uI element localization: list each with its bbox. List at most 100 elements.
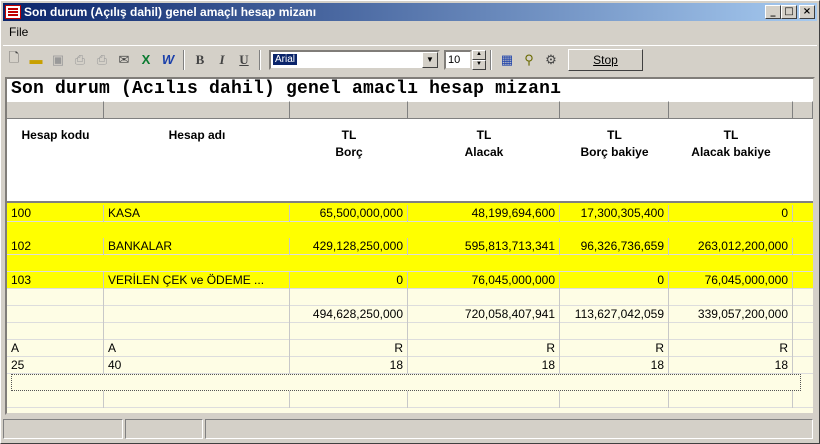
cell-empty (104, 323, 290, 340)
status-bar (3, 419, 817, 441)
table-row[interactable]: 100 KASA 65,500,000,000 48,199,694,600 1… (7, 205, 813, 222)
cell-debit-balance: 0 (560, 272, 669, 289)
cell-empty (7, 289, 104, 306)
chevron-down-icon[interactable]: ▼ (422, 51, 438, 68)
cell-credit-balance: 18 (669, 357, 793, 374)
maximize-button[interactable]: □ (781, 5, 797, 19)
stop-button[interactable]: Stop (568, 48, 643, 71)
report-title: Son durum (Acılıs dahil) genel amaclı he… (11, 79, 562, 99)
table-row-spacer (7, 222, 813, 239)
status-pane (3, 419, 123, 439)
alignment-row[interactable]: A A R R R R (7, 340, 813, 357)
totals-row[interactable]: 494,628,250,000 720,058,407,941 113,627,… (7, 306, 813, 323)
cell-credit: 595,813,713,341 (408, 238, 560, 255)
header-debit-balance-label: Borç bakiye (580, 145, 649, 159)
cell-name: 40 (104, 357, 290, 374)
cell-empty (104, 289, 290, 306)
focused-row[interactable] (11, 374, 801, 391)
total-credit-balance: 339,057,200,000 (669, 306, 793, 323)
total-debit-balance: 113,627,042,059 (560, 306, 669, 323)
status-pane (205, 419, 813, 439)
cell-code: 103 (7, 272, 104, 289)
print-preview-icon[interactable]: ⎙ (69, 49, 91, 71)
table-row-spacer (7, 289, 813, 306)
toolbar-separator (183, 49, 185, 70)
column-handle[interactable] (560, 101, 669, 119)
toolbar-separator (490, 49, 492, 70)
grid-view-icon[interactable]: ▦ (496, 49, 518, 71)
cell-code: A (7, 340, 104, 357)
width-row[interactable]: 25 40 18 18 18 18 (7, 357, 813, 374)
spin-up-icon[interactable]: ▲ (472, 49, 486, 60)
cell-empty (560, 391, 669, 408)
cell-credit-balance: 0 (669, 205, 793, 222)
new-document-icon[interactable]: 🗋 (3, 49, 25, 71)
header-credit-currency: TL (476, 128, 492, 142)
settings-icon[interactable]: ⚙ (540, 49, 562, 71)
stop-label: Stop (593, 52, 618, 67)
cell-debit: 429,128,250,000 (290, 238, 408, 255)
cell-empty (669, 323, 793, 340)
title-bar[interactable]: Son durum (Açılış dahil) genel amaçlı he… (3, 3, 817, 21)
font-name-select[interactable]: Arial ▼ (269, 49, 440, 70)
cell-debit-balance: 17,300,305,400 (560, 205, 669, 222)
status-pane (125, 419, 203, 439)
close-button[interactable]: × (799, 5, 815, 19)
print-icon[interactable]: ⎙ (91, 49, 113, 71)
table-row[interactable]: 102 BANKALAR 429,128,250,000 595,813,713… (7, 238, 813, 255)
font-name-value: Arial (273, 54, 298, 65)
mail-icon[interactable]: ✉ (113, 49, 135, 71)
open-folder-icon[interactable]: ▬ (25, 49, 47, 71)
filter-icon[interactable]: ⚲ (518, 49, 540, 71)
bold-button[interactable]: B (189, 49, 211, 71)
cell-credit: R (408, 340, 560, 357)
total-debit: 494,628,250,000 (290, 306, 408, 323)
menu-bar: File (3, 22, 817, 41)
report-view[interactable]: Son durum (Acılıs dahil) genel amaclı he… (5, 77, 815, 415)
word-export-icon[interactable]: W (157, 49, 179, 71)
minimize-button[interactable]: _ (765, 5, 781, 19)
column-handle[interactable] (793, 101, 813, 119)
font-size-input[interactable]: 10 (444, 49, 472, 70)
column-handle[interactable] (290, 101, 408, 119)
save-icon[interactable]: ▣ (47, 49, 69, 71)
cell-debit-balance: 96,326,736,659 (560, 238, 669, 255)
cell-credit: 18 (408, 357, 560, 374)
header-credit-balance-label: Alacak bakiye (691, 145, 771, 159)
font-size-spinner[interactable]: ▲ ▼ (472, 49, 486, 70)
window-title: Son durum (Açılış dahil) genel amaçlı he… (24, 5, 317, 19)
column-handle[interactable] (408, 101, 560, 119)
cell-empty (669, 391, 793, 408)
column-handle[interactable] (669, 101, 793, 119)
cell-empty (7, 391, 104, 408)
italic-button[interactable]: I (211, 49, 233, 71)
cell-code: 25 (7, 357, 104, 374)
cell-empty (408, 391, 560, 408)
table-row[interactable]: 103 VERİLEN ÇEK ve ÖDEME ... 0 76,045,00… (7, 272, 813, 289)
header-credit: TL Alacak (408, 127, 560, 161)
cell-name: KASA (104, 205, 290, 222)
app-icon[interactable] (5, 5, 21, 19)
header-debit-balance: TL Borç bakiye (560, 127, 669, 161)
toolbar-separator (259, 49, 261, 70)
cell-empty (104, 306, 290, 323)
cell-empty (290, 289, 408, 306)
header-code: Hesap kodu (21, 128, 90, 142)
table-row-spacer (7, 391, 813, 408)
header-debit-label: Borç (335, 145, 363, 159)
total-credit: 720,058,407,941 (408, 306, 560, 323)
cell-credit-balance: 263,012,200,000 (669, 238, 793, 255)
column-handle[interactable] (104, 101, 290, 119)
cell-empty (408, 289, 560, 306)
spin-down-icon[interactable]: ▼ (472, 59, 486, 70)
column-handle[interactable] (7, 101, 104, 119)
menu-file-label: File (9, 24, 29, 39)
underline-button[interactable]: U (233, 49, 255, 71)
cell-empty (290, 323, 408, 340)
excel-export-icon[interactable]: X (135, 49, 157, 71)
cell-name: A (104, 340, 290, 357)
menu-file[interactable]: File (3, 25, 34, 39)
cell-credit: 76,045,000,000 (408, 272, 560, 289)
cell-code: 100 (7, 205, 104, 222)
data-grid: 100 KASA 65,500,000,000 48,199,694,600 1… (7, 203, 813, 413)
